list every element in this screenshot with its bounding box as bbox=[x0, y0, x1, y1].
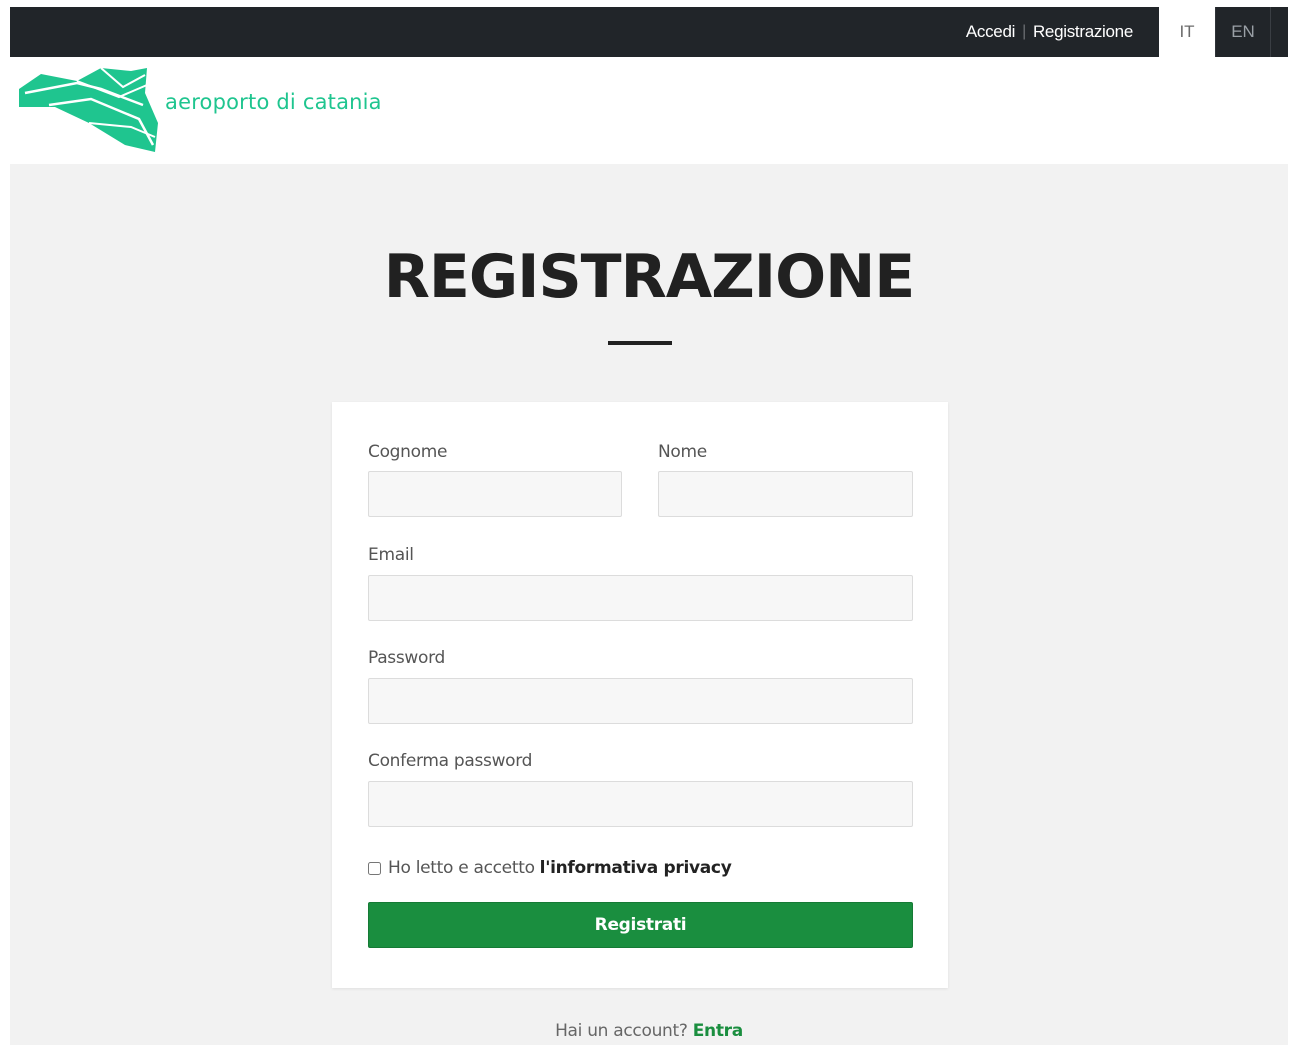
auth-separator: | bbox=[1022, 23, 1026, 40]
login-link[interactable]: Accedi bbox=[966, 22, 1016, 42]
paper-plane-logo-icon[interactable] bbox=[19, 67, 159, 158]
logo-text[interactable]: aeroporto di catania bbox=[165, 90, 382, 114]
lang-en-button[interactable]: EN bbox=[1215, 7, 1271, 57]
site-header: aeroporto di catania bbox=[10, 57, 1288, 164]
password-input[interactable] bbox=[368, 678, 913, 724]
register-link[interactable]: Registrazione bbox=[1033, 22, 1133, 42]
login-prompt-text: Hai un account? bbox=[555, 1021, 688, 1041]
page: Accedi | Registrazione IT EN aeroporto d… bbox=[10, 7, 1288, 1045]
confirm-password-label: Conferma password bbox=[368, 751, 533, 771]
privacy-text: Ho letto e accetto bbox=[388, 858, 535, 878]
login-prompt: Hai un account? Entra bbox=[10, 1021, 1288, 1041]
title-divider bbox=[608, 341, 672, 345]
lang-it-button[interactable]: IT bbox=[1159, 7, 1215, 57]
email-label: Email bbox=[368, 545, 414, 565]
page-title: REGISTRAZIONE bbox=[383, 242, 916, 312]
privacy-checkbox[interactable] bbox=[368, 861, 381, 875]
confirm-password-input[interactable] bbox=[368, 781, 913, 827]
name-input[interactable] bbox=[658, 471, 913, 517]
login-entry-link[interactable]: Entra bbox=[693, 1021, 744, 1041]
top-bar: Accedi | Registrazione IT EN bbox=[10, 7, 1288, 57]
password-label: Password bbox=[368, 648, 446, 668]
register-button[interactable]: Registrati bbox=[368, 902, 913, 948]
email-input[interactable] bbox=[368, 575, 913, 621]
name-label: Nome bbox=[658, 442, 707, 462]
auth-links: Accedi | Registrazione bbox=[966, 7, 1133, 57]
privacy-row: Ho letto e accetto l'informativa privacy bbox=[368, 858, 732, 878]
main-content: REGISTRAZIONE Cognome Nome Email Passwor… bbox=[10, 164, 1288, 1045]
surname-input[interactable] bbox=[368, 471, 622, 517]
registration-form: Cognome Nome Email Password Conferma pas… bbox=[332, 402, 948, 988]
privacy-policy-link[interactable]: l'informativa privacy bbox=[540, 858, 732, 878]
surname-label: Cognome bbox=[368, 442, 448, 462]
